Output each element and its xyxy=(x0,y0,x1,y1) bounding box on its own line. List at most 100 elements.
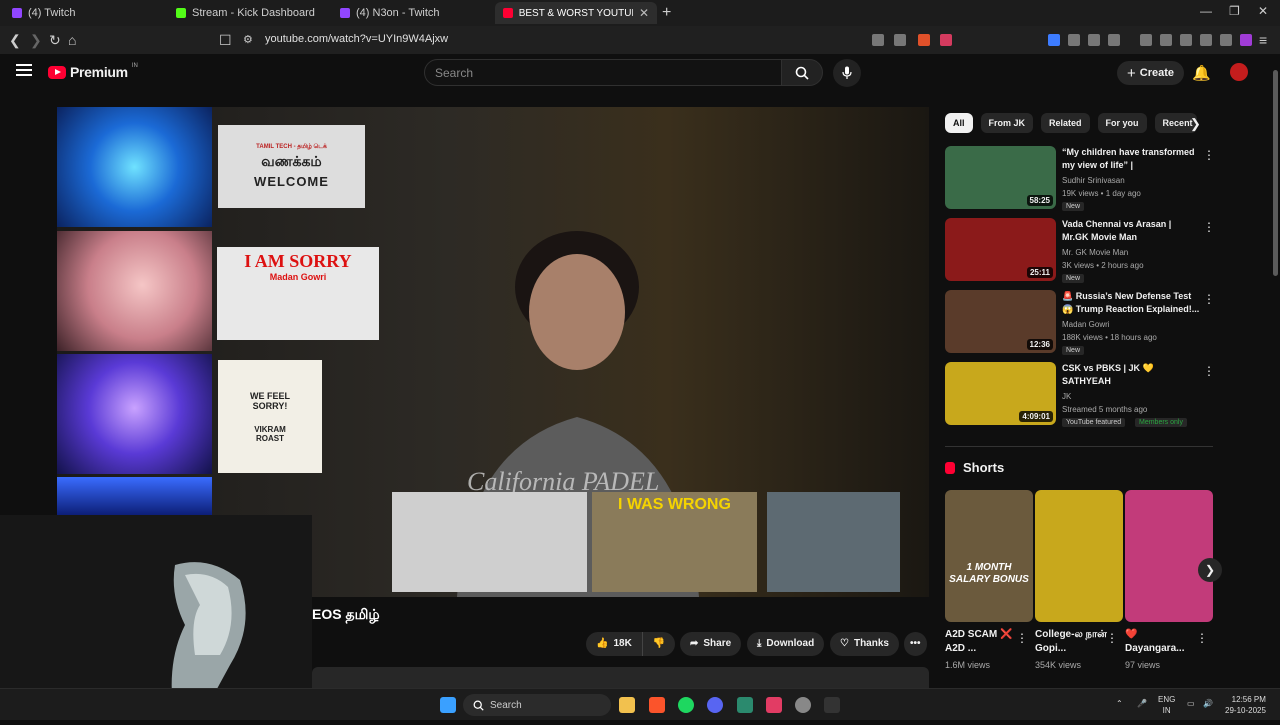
language-indicator[interactable]: ENG IN xyxy=(1158,694,1175,716)
more-options-icon[interactable]: ⋮ xyxy=(1016,631,1028,645)
extension-icon[interactable] xyxy=(1108,34,1120,46)
more-options-icon[interactable]: ⋮ xyxy=(1106,631,1118,645)
forward-icon[interactable]: ❯ xyxy=(30,32,42,49)
brave-shields-icon[interactable] xyxy=(918,34,930,46)
like-button[interactable]: 👍 18K xyxy=(586,631,643,656)
chevron-right-icon[interactable]: ❯ xyxy=(1190,116,1201,132)
tab-youtube-active[interactable]: BEST & WORST YOUTUBER APO ✕ xyxy=(495,2,657,24)
channel-name[interactable]: Mr. GK Movie Man xyxy=(1062,248,1128,257)
short-thumbnail[interactable]: 1 MONTH SALARY BONUS xyxy=(945,490,1033,622)
dislike-button[interactable]: 👎 xyxy=(642,631,676,656)
brave-browser-icon[interactable] xyxy=(649,697,665,713)
recommendation-item[interactable]: 12:36 🚨 Russia’s New Defense Test 😱 Trum… xyxy=(945,290,1215,355)
wallet-icon[interactable] xyxy=(1180,34,1192,46)
minimize-button[interactable]: — xyxy=(1200,4,1212,18)
chip-for-you[interactable]: For you xyxy=(1097,113,1147,133)
recommendation-title[interactable]: “My children have transformed my view of… xyxy=(1062,146,1200,172)
search-button[interactable] xyxy=(781,59,823,86)
share-icon[interactable] xyxy=(894,34,906,46)
bookmark-icon[interactable]: ☐ xyxy=(219,32,232,49)
recommendation-title[interactable]: CSK vs PBKS | JK 💛 SATHYEAH xyxy=(1062,362,1200,388)
recommendation-item[interactable]: 4:09:01 CSK vs PBKS | JK 💛 SATHYEAH JK S… xyxy=(945,362,1215,427)
more-options-icon[interactable]: ⋮ xyxy=(1203,220,1215,234)
address-bar[interactable]: youtube.com/watch?v=UYIn9W4Ajxw xyxy=(265,33,448,45)
tab-twitch[interactable]: (4) Twitch xyxy=(4,2,164,24)
video-thumbnail[interactable]: 25:11 xyxy=(945,218,1056,281)
vpn-icon[interactable] xyxy=(1220,34,1232,46)
recommendation-item[interactable]: 58:25 “My children have transformed my v… xyxy=(945,146,1215,211)
taskbar-search[interactable]: Search xyxy=(463,694,611,716)
more-options-icon[interactable]: ⋮ xyxy=(1203,148,1215,162)
more-options-icon[interactable]: ⋮ xyxy=(1203,364,1215,378)
sidebar-icon[interactable] xyxy=(1160,34,1172,46)
video-thumbnail[interactable]: 58:25 xyxy=(945,146,1056,209)
search-input[interactable]: Search xyxy=(424,59,782,86)
app-icon[interactable] xyxy=(737,697,753,713)
tab-n3on-twitch[interactable]: (4) N3on - Twitch xyxy=(332,2,492,24)
epic-games-icon[interactable] xyxy=(824,697,840,713)
clock[interactable]: 12:56 PM 29-10-2025 xyxy=(1225,694,1266,716)
windows-start-icon[interactable] xyxy=(440,697,456,713)
chip-related[interactable]: Related xyxy=(1041,113,1090,133)
discord-icon[interactable] xyxy=(707,697,723,713)
more-options-icon[interactable]: ⋮ xyxy=(1203,292,1215,306)
media-icon[interactable] xyxy=(1140,34,1152,46)
feel-sorry-text: WE FEEL SORRY! xyxy=(250,390,290,411)
file-explorer-icon[interactable] xyxy=(619,697,635,713)
hamburger-menu-icon[interactable] xyxy=(16,64,32,76)
recommendation-title[interactable]: 🚨 Russia’s New Defense Test 😱 Trump Reac… xyxy=(1062,290,1200,316)
obs-icon[interactable] xyxy=(795,697,811,713)
leo-icon[interactable] xyxy=(1200,34,1212,46)
chip-from-jk[interactable]: From JK xyxy=(980,113,1034,133)
description-box[interactable] xyxy=(312,667,929,689)
cast-icon[interactable] xyxy=(872,34,884,46)
recommendation-item[interactable]: 25:11 Vada Chennai vs Arasan | Mr.GK Mov… xyxy=(945,218,1215,283)
back-icon[interactable]: ❮ xyxy=(9,32,21,49)
tab-kick-dashboard[interactable]: Stream - Kick Dashboard xyxy=(168,2,328,24)
app-icon[interactable] xyxy=(766,697,782,713)
more-actions-button[interactable]: ••• xyxy=(904,631,927,656)
voice-search-button[interactable] xyxy=(833,59,861,87)
shorts-next-button[interactable]: ❯ xyxy=(1198,558,1222,582)
profile-icon[interactable] xyxy=(1240,34,1252,46)
network-icon[interactable]: ▭ xyxy=(1187,698,1195,709)
home-icon[interactable]: ⌂ xyxy=(68,32,76,48)
channel-name[interactable]: Madan Gowri xyxy=(1062,320,1110,329)
thanks-button[interactable]: ♡ Thanks xyxy=(830,631,899,656)
channel-name[interactable]: Sudhir Srinivasan xyxy=(1062,176,1125,185)
chip-all[interactable]: All xyxy=(945,113,973,133)
spotify-icon[interactable] xyxy=(678,697,694,713)
microphone-icon[interactable]: 🎤 xyxy=(1137,698,1147,709)
short-title[interactable]: ❤️ Dayangara... xyxy=(1125,628,1197,656)
video-thumbnail[interactable]: 4:09:01 xyxy=(945,362,1056,425)
rewards-icon[interactable] xyxy=(940,34,952,46)
youtube-premium-logo[interactable]: Premium IN xyxy=(48,63,138,80)
more-options-icon[interactable]: ⋮ xyxy=(1196,631,1208,645)
site-info-icon[interactable]: ⚙ xyxy=(243,33,253,46)
scrollbar-thumb[interactable] xyxy=(1273,70,1278,276)
extension-icon[interactable] xyxy=(1068,34,1080,46)
close-window-button[interactable]: ✕ xyxy=(1258,4,1268,18)
download-button[interactable]: ⤓ Download xyxy=(747,631,825,656)
recommendation-title[interactable]: Vada Chennai vs Arasan | Mr.GK Movie Man xyxy=(1062,218,1200,244)
share-button[interactable]: ➦ Share xyxy=(680,631,742,656)
tray-chevron-icon[interactable]: ⌃ xyxy=(1116,698,1123,709)
short-thumbnail[interactable] xyxy=(1035,490,1123,622)
audio-extension-icon[interactable] xyxy=(1048,34,1060,46)
browser-menu-icon[interactable]: ≡ xyxy=(1259,32,1267,48)
video-thumbnail[interactable]: 12:36 xyxy=(945,290,1056,353)
channel-name[interactable]: JK xyxy=(1062,392,1071,401)
create-button[interactable]: + Create xyxy=(1117,61,1185,85)
short-title[interactable]: A2D SCAM ❌ A2D ... xyxy=(945,628,1017,656)
account-avatar[interactable] xyxy=(1230,63,1248,81)
close-tab-icon[interactable]: ✕ xyxy=(639,6,649,20)
page-scrollbar[interactable] xyxy=(1270,54,1280,689)
short-thumbnail[interactable] xyxy=(1125,490,1213,622)
volume-icon[interactable]: 🔊 xyxy=(1203,698,1213,709)
notifications-bell-icon[interactable]: 🔔 xyxy=(1192,64,1211,82)
reload-icon[interactable]: ↻ xyxy=(49,32,61,49)
short-title[interactable]: College-ல நான் Gopi... xyxy=(1035,628,1107,656)
restore-button[interactable]: ❐ xyxy=(1229,4,1240,18)
puzzle-icon[interactable] xyxy=(1088,34,1100,46)
new-tab-button[interactable]: + xyxy=(662,4,671,22)
